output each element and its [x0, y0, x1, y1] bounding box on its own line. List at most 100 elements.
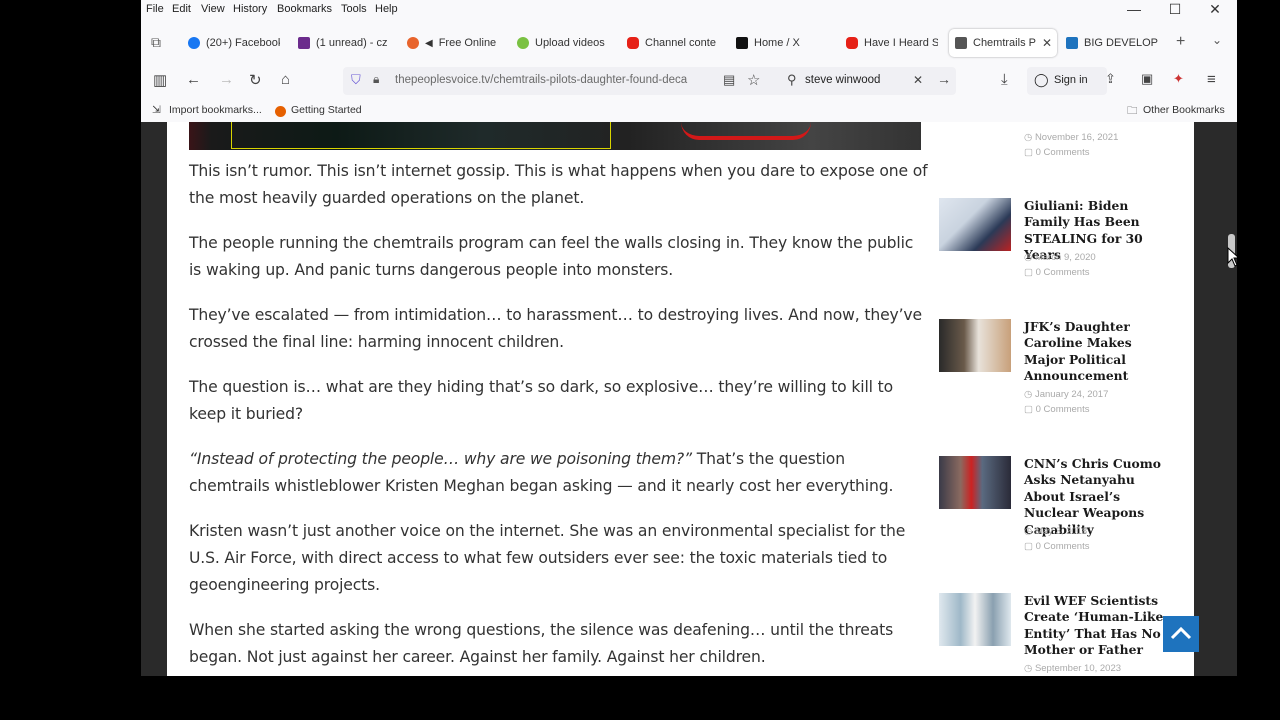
tab-label: BIG DEVELOPM — [1084, 37, 1158, 49]
tab-label: (1 unread) - cz — [316, 37, 388, 49]
tab-have-i-heard[interactable]: Have I Heard S — [846, 29, 938, 57]
post-thumbnail[interactable] — [939, 456, 1011, 509]
mail-icon — [298, 37, 310, 49]
article-paragraph: When she started asking the wrong questi… — [189, 620, 894, 666]
article-paragraph: The people running the chemtrails progra… — [189, 233, 914, 280]
post-date: ◷ March 9, 2020 — [1024, 252, 1096, 263]
tab-channel-content[interactable]: Channel conte — [627, 29, 719, 57]
star-icon[interactable]: ☆ — [747, 71, 760, 89]
tab-bar: ⧉ (20+) Facebook (1 unread) - cz ◀ Free … — [141, 27, 1237, 59]
sign-in-label: Sign in — [1054, 74, 1088, 86]
tab-label: Chemtrails P — [973, 37, 1036, 49]
close-tab-icon[interactable]: ✕ — [1042, 36, 1052, 50]
post-date: ◷ November 16, 2021 — [1024, 132, 1119, 143]
post-title[interactable]: Evil WEF Scientists Create ‘Human-Like E… — [1024, 593, 1174, 659]
post-date-text: January 24, 2017 — [1034, 389, 1109, 400]
post-comments[interactable]: ▢ 0 Comments — [1024, 147, 1089, 158]
tab-facebook[interactable]: (20+) Facebook — [188, 29, 280, 57]
tab-label: Upload videos — [535, 37, 605, 49]
tab-overview-icon[interactable]: ⧉ — [151, 34, 161, 51]
import-bookmarks-link[interactable]: Import bookmarks... — [169, 104, 262, 116]
folder-icon: 🗀︎ — [1127, 105, 1138, 117]
search-value[interactable]: steve winwood — [805, 74, 880, 86]
post-thumbnail[interactable] — [939, 593, 1011, 646]
lock-icon[interactable]: 🔒︎ — [373, 72, 379, 87]
tab-mail[interactable]: (1 unread) - cz — [298, 29, 390, 57]
tab-label: Home / X — [754, 37, 800, 49]
chevron-down-icon[interactable]: ⌄ — [1212, 33, 1222, 47]
page-body: This isn’t rumor. This isn’t internet go… — [167, 122, 1194, 676]
menu-icon[interactable]: ≡ — [1207, 71, 1216, 88]
post-date-text: March 9, 2020 — [1034, 252, 1096, 263]
close-window-button[interactable]: ✕ — [1195, 1, 1235, 18]
sign-in-button[interactable]: ◯ Sign in — [1027, 67, 1107, 95]
other-bookmarks-link[interactable]: Other Bookmarks — [1143, 104, 1225, 116]
home-icon[interactable]: ⌂ — [281, 71, 290, 88]
reload-icon[interactable]: ↻ — [249, 71, 262, 89]
bookmarks-bar: ⇲ Import bookmarks... Getting Started 🗀︎… — [141, 101, 1237, 121]
post-date-text: September 10, 2023 — [1034, 663, 1122, 674]
converter-icon — [407, 37, 419, 49]
article-body: This isn’t rumor. This isn’t internet go… — [189, 158, 929, 676]
post-date-text: November 16, 2021 — [1034, 132, 1119, 143]
mouse-cursor-icon — [1227, 247, 1237, 267]
new-tab-icon[interactable]: + — [1176, 33, 1185, 51]
search-icon: ⚲ — [787, 72, 797, 87]
article-paragraph: “Instead of protecting the people… why a… — [189, 446, 929, 500]
web-content: This isn’t rumor. This isn’t internet go… — [141, 122, 1237, 676]
post-date: ◷ September 10, 2023 — [1024, 663, 1122, 674]
menu-view[interactable]: View — [201, 3, 225, 15]
search-input[interactable]: ⚲ steve winwood ✕ → — [781, 67, 956, 95]
facebook-icon — [188, 37, 200, 49]
post-comments-text: 0 Comments — [1035, 267, 1090, 278]
menu-edit[interactable]: Edit — [172, 3, 191, 15]
getting-started-link[interactable]: Getting Started — [291, 104, 362, 116]
download-icon[interactable]: ⤓ — [1001, 71, 1008, 88]
go-arrow-icon[interactable]: → — [937, 71, 951, 87]
maximize-button[interactable]: ☐ — [1155, 1, 1195, 18]
article-paragraph: The question is… what are they hiding th… — [189, 377, 893, 423]
post-thumbnail[interactable] — [939, 198, 1011, 251]
hero-highlight-frame — [231, 122, 611, 149]
site-icon — [955, 37, 967, 49]
post-comments[interactable]: ▢ 0 Comments — [1024, 267, 1089, 278]
back-arrow-icon[interactable]: ← — [186, 71, 201, 88]
menu-bookmarks[interactable]: Bookmarks — [277, 3, 332, 15]
account-icon: ◯ — [1034, 72, 1049, 87]
tab-upload-videos[interactable]: Upload videos — [517, 29, 612, 57]
library-icon[interactable]: ▥ — [153, 71, 167, 89]
url-text[interactable]: thepeoplesvoice.tv/chemtrails-pilots-dau… — [395, 74, 715, 86]
rumble-icon — [517, 37, 529, 49]
menu-file[interactable]: File — [146, 3, 164, 15]
post-comments-text: 0 Comments — [1035, 541, 1090, 552]
post-date-text: May 3, 2018 — [1034, 526, 1088, 537]
tab-label: Channel conte — [645, 37, 716, 49]
post-comments-text: 0 Comments — [1035, 404, 1090, 415]
post-title[interactable]: JFK’s Daughter Caroline Makes Major Poli… — [1024, 319, 1174, 385]
clear-icon[interactable]: ✕ — [913, 73, 923, 87]
x-icon — [736, 37, 748, 49]
shield-icon[interactable]: ⛉ — [351, 72, 361, 88]
tab-chemtrails-active[interactable]: Chemtrails P ✕ — [949, 29, 1057, 57]
menu-help[interactable]: Help — [375, 3, 398, 15]
reader-icon[interactable]: ▤ — [723, 72, 735, 88]
article-quote: “Instead of protecting the people… why a… — [189, 449, 692, 468]
menu-tools[interactable]: Tools — [341, 3, 367, 15]
post-thumbnail[interactable] — [939, 319, 1011, 372]
tab-x-home[interactable]: Home / X — [736, 29, 828, 57]
post-comments[interactable]: ▢ 0 Comments — [1024, 404, 1089, 415]
menu-history[interactable]: History — [233, 3, 267, 15]
minimize-button[interactable]: — — [1114, 1, 1154, 17]
extension-square-icon[interactable]: ▣ — [1141, 71, 1153, 87]
extensions-icon[interactable]: ✦ — [1173, 71, 1184, 87]
share-icon[interactable]: ⇪ — [1105, 71, 1116, 87]
tab-big-development[interactable]: BIG DEVELOPM — [1066, 29, 1158, 57]
scroll-to-top-button[interactable] — [1163, 616, 1199, 652]
article-hero-image — [189, 122, 921, 150]
tab-free-online[interactable]: ◀ Free Online — [407, 29, 502, 57]
post-date: ◷ May 3, 2018 — [1024, 526, 1088, 537]
forward-arrow-icon[interactable]: → — [219, 71, 234, 88]
post-comments[interactable]: ▢ 0 Comments — [1024, 541, 1089, 552]
page-scrollbar[interactable] — [1226, 122, 1237, 676]
article-paragraph: They’ve escalated — from intimidation… t… — [189, 305, 922, 352]
